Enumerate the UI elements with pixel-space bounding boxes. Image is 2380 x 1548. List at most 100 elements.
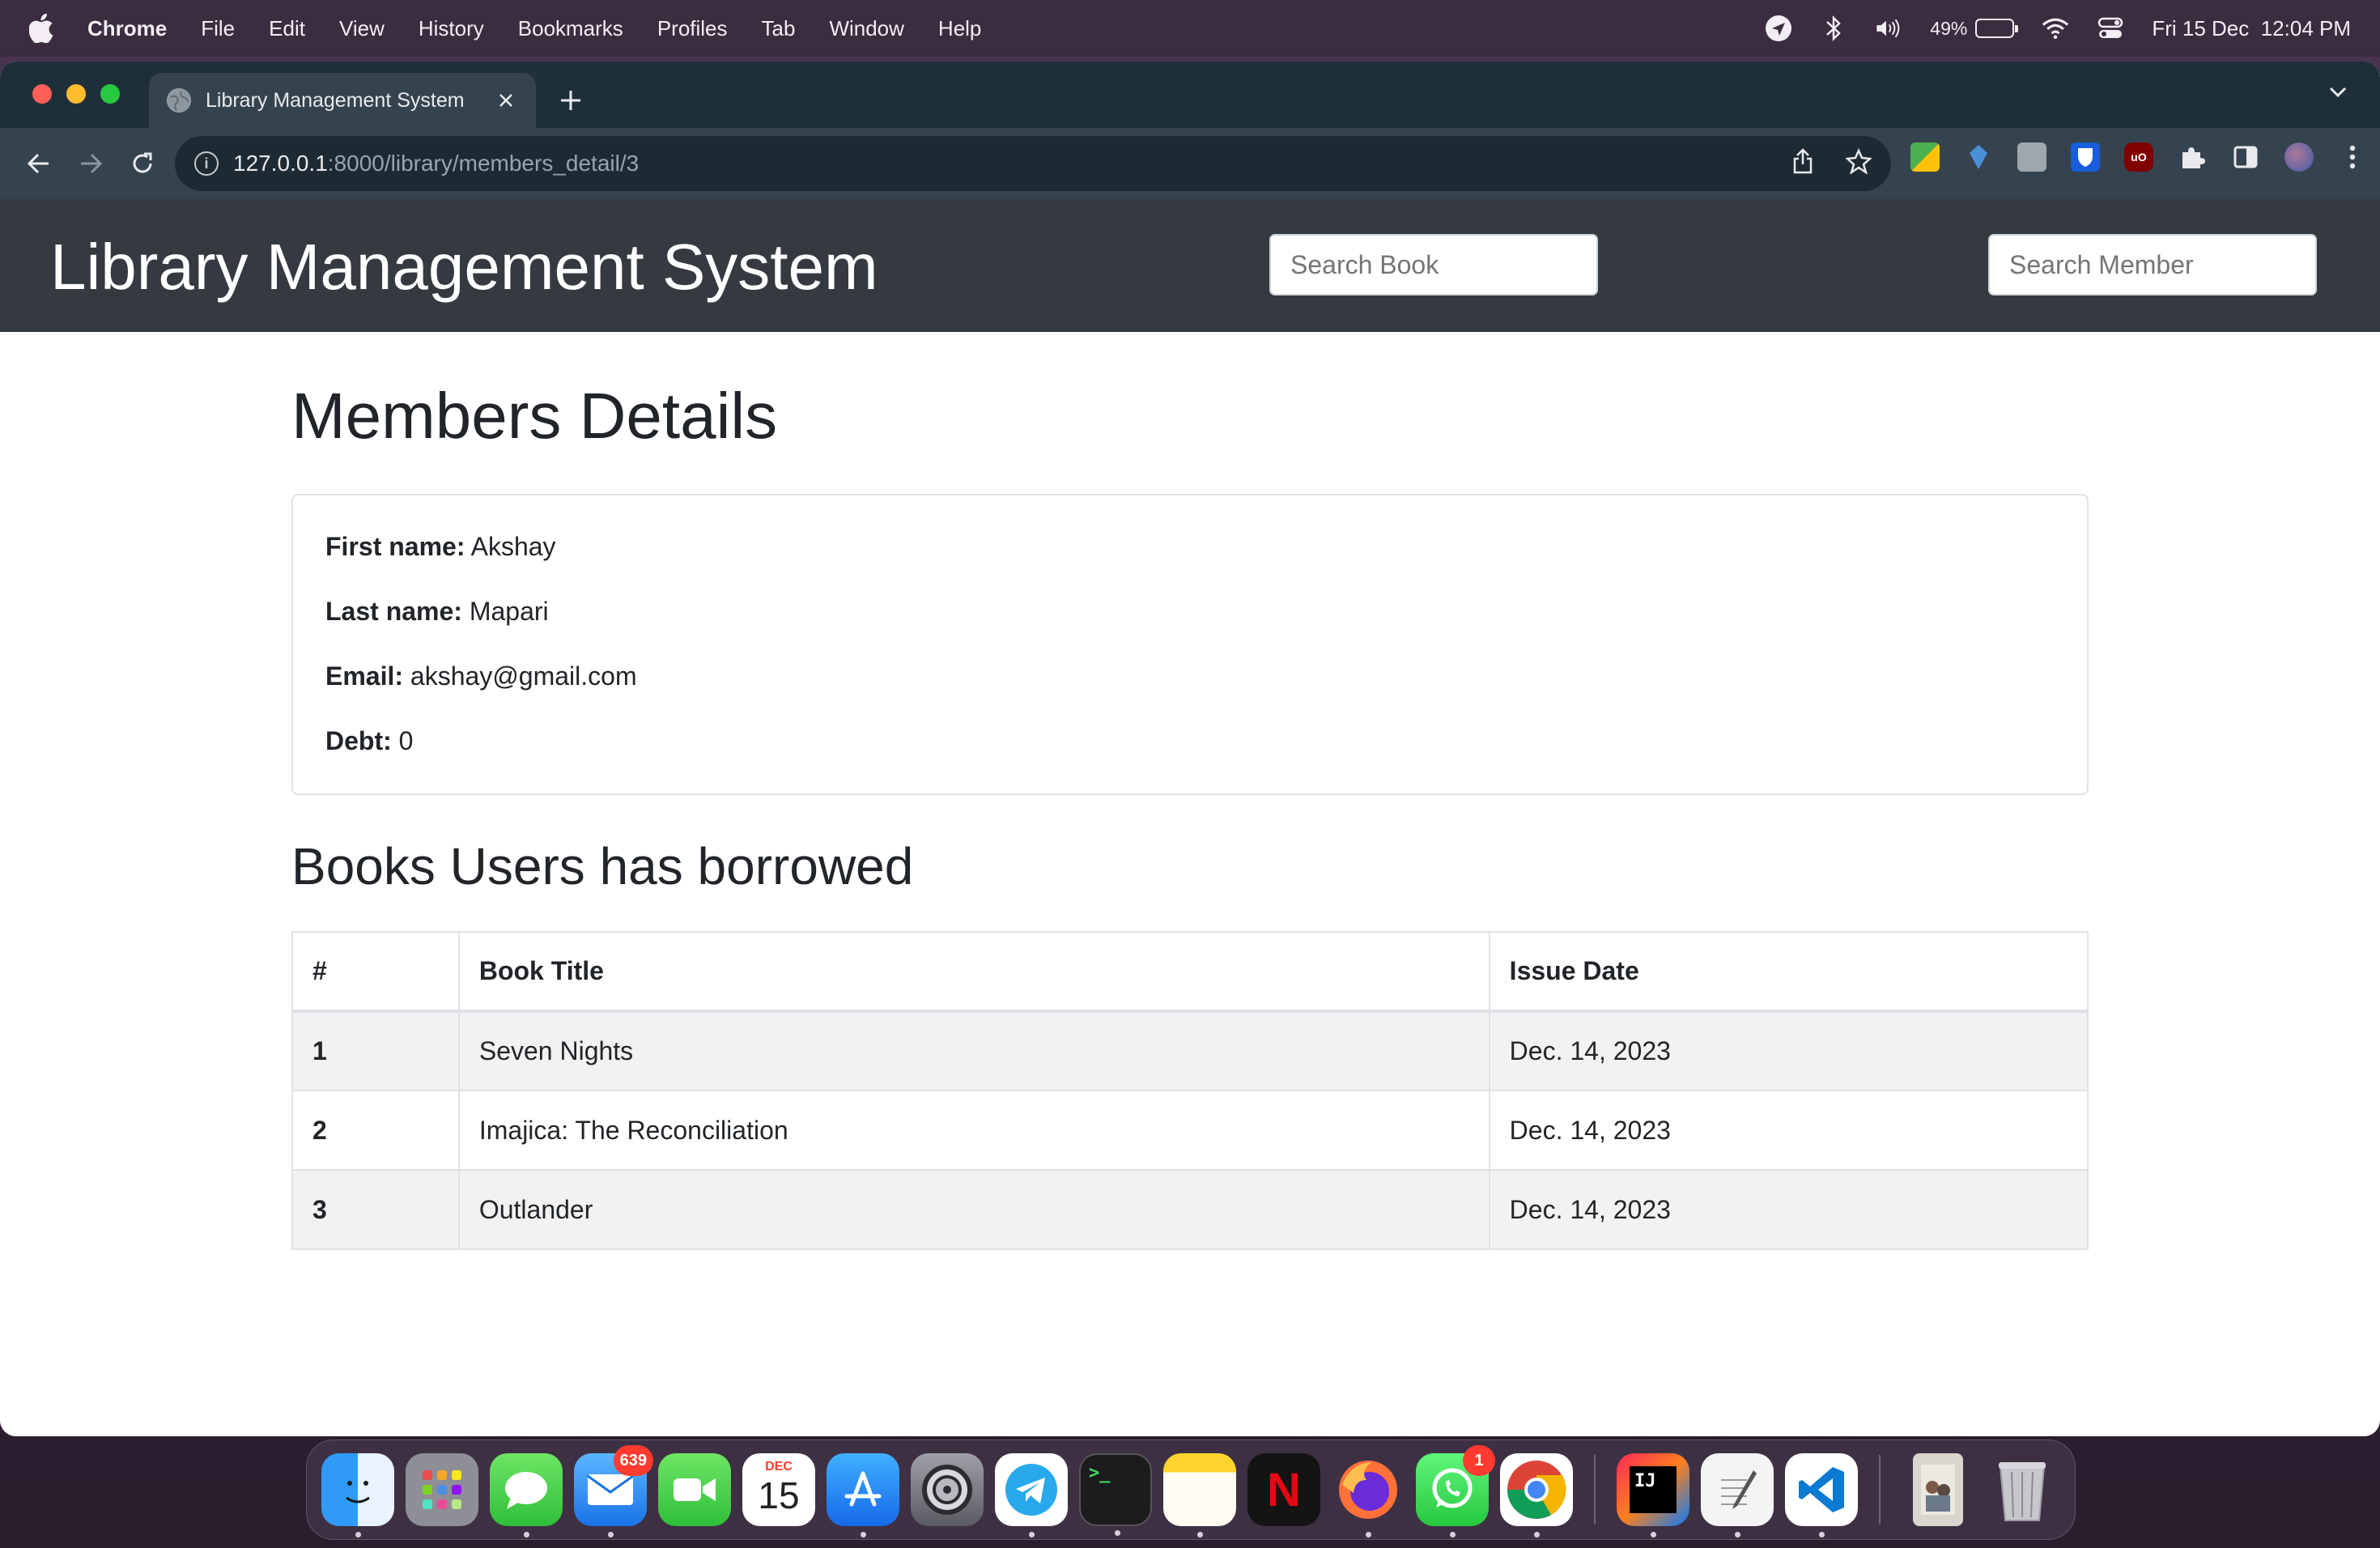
last-name-value: Mapari <box>469 597 549 626</box>
close-window-button[interactable] <box>32 84 52 104</box>
running-indicator <box>1651 1532 1656 1537</box>
chrome-menu-kebab-icon[interactable] <box>2338 142 2367 172</box>
search-book-input[interactable] <box>1269 234 1598 296</box>
site-title[interactable]: Library Management System <box>50 230 878 304</box>
site-info-icon[interactable]: i <box>194 151 219 176</box>
first-name-value: Akshay <box>470 532 556 561</box>
close-tab-icon[interactable] <box>494 88 518 113</box>
reload-icon[interactable] <box>120 141 165 186</box>
trash-icon[interactable] <box>1986 1453 2059 1526</box>
column-header-number: # <box>291 931 460 1012</box>
window-controls <box>32 84 120 104</box>
facetime-icon[interactable] <box>658 1453 731 1526</box>
forward-arrow-icon[interactable] <box>68 141 113 186</box>
mail-icon[interactable]: 639 <box>574 1445 653 1537</box>
app-store-icon[interactable] <box>827 1453 899 1537</box>
issue-date-cell: Dec. 14, 2023 <box>1488 1169 2089 1250</box>
whatsapp-icon[interactable]: 1 <box>1416 1445 1495 1537</box>
email-row: Email: akshay@gmail.com <box>325 661 2055 691</box>
finder-icon[interactable] <box>321 1453 394 1537</box>
messages-icon[interactable] <box>490 1453 563 1537</box>
minimize-window-button[interactable] <box>66 84 86 104</box>
tab-strip: Library Management System <box>0 62 2380 128</box>
tab-search-chevron-icon[interactable] <box>2328 86 2348 103</box>
menu-app-name[interactable]: Chrome <box>87 16 167 41</box>
menu-bookmarks[interactable]: Bookmarks <box>518 16 623 41</box>
battery-status[interactable]: 49% <box>1930 17 2019 40</box>
back-arrow-icon[interactable] <box>16 141 62 186</box>
launchpad-icon[interactable] <box>406 1453 478 1526</box>
battery-icon <box>1975 19 2019 38</box>
calendar-month: DEC <box>765 1460 793 1474</box>
extension-pin-icon[interactable] <box>1964 142 1993 172</box>
volume-icon[interactable] <box>1875 15 1902 42</box>
battery-percent: 49% <box>1930 17 1968 39</box>
profile-avatar[interactable] <box>2284 142 2314 172</box>
system-settings-icon[interactable] <box>911 1453 984 1526</box>
menu-tab[interactable]: Tab <box>762 16 796 41</box>
location-arrow-icon[interactable] <box>1765 15 1792 42</box>
control-center-icon[interactable] <box>2097 15 2124 42</box>
debt-row: Debt: 0 <box>325 725 2055 756</box>
bluetooth-icon[interactable] <box>1820 15 1847 42</box>
menu-file[interactable]: File <box>201 16 235 41</box>
share-icon[interactable] <box>1792 147 1813 180</box>
running-indicator <box>355 1532 361 1537</box>
calendar-icon[interactable]: DEC 15 <box>742 1453 815 1526</box>
browser-toolbar: i 127.0.0.1:8000/library/members_detail/… <box>0 128 2380 199</box>
bitwarden-shield-icon[interactable] <box>2071 142 2100 172</box>
menu-history[interactable]: History <box>419 16 484 41</box>
running-indicator <box>1115 1530 1120 1536</box>
maximize-window-button[interactable] <box>100 84 120 104</box>
email-value: akshay@gmail.com <box>410 661 637 691</box>
search-member-input[interactable] <box>1988 234 2317 296</box>
notes-icon[interactable] <box>1163 1453 1236 1537</box>
first-name-label: First name: <box>325 532 465 561</box>
netflix-icon[interactable]: N <box>1247 1453 1320 1526</box>
intellij-idea-icon[interactable]: IJ <box>1617 1453 1689 1537</box>
issue-date-cell: Dec. 14, 2023 <box>1488 1010 2089 1091</box>
mail-unread-badge: 639 <box>613 1445 653 1476</box>
downloads-stack-icon[interactable] <box>1913 1453 1963 1526</box>
telegram-icon[interactable] <box>995 1453 1068 1537</box>
clock-datetime[interactable]: Fri 15 Dec 12:04 PM <box>2152 16 2351 41</box>
vscode-icon[interactable] <box>1785 1453 1858 1537</box>
textedit-icon[interactable] <box>1701 1453 1774 1537</box>
borrowed-books-heading: Books Users has borrowed <box>291 837 914 895</box>
terminal-icon[interactable]: >_ <box>1079 1453 1152 1536</box>
page-title: Members Details <box>291 380 778 452</box>
table-header-row: # Book Title Issue Date <box>291 931 2089 1012</box>
debt-label: Debt: <box>325 726 392 755</box>
whatsapp-unread-badge: 1 <box>1463 1445 1495 1476</box>
extensions-puzzle-icon[interactable] <box>2178 142 2207 172</box>
macos-dock: 639 DEC 15 >_ N 1 IJ <box>306 1440 2076 1540</box>
extension-hand-icon[interactable] <box>2017 142 2046 172</box>
running-indicator <box>1534 1532 1540 1537</box>
google-chrome-icon[interactable] <box>1500 1453 1573 1537</box>
menu-window[interactable]: Window <box>829 16 903 41</box>
intellij-label: IJ <box>1630 1466 1677 1513</box>
side-panel-icon[interactable] <box>2231 142 2260 172</box>
url-path: :8000/library/members_detail/3 <box>327 151 640 176</box>
debt-value: 0 <box>398 726 414 755</box>
ublock-origin-icon[interactable]: uO <box>2124 142 2153 172</box>
borrowed-books-table: # Book Title Issue Date 1 Seven Nights D… <box>291 931 2089 1250</box>
wifi-icon[interactable] <box>2042 15 2069 42</box>
menu-profiles[interactable]: Profiles <box>657 16 728 41</box>
menu-edit[interactable]: Edit <box>269 16 305 41</box>
new-tab-button[interactable] <box>559 79 583 120</box>
book-title-cell: Seven Nights <box>457 1010 1490 1091</box>
address-bar[interactable]: i 127.0.0.1:8000/library/members_detail/… <box>175 136 1891 191</box>
menu-view[interactable]: View <box>339 16 385 41</box>
tab-library-management[interactable]: Library Management System <box>149 73 536 128</box>
bookmark-star-icon[interactable] <box>1845 147 1872 180</box>
row-number: 1 <box>291 1010 460 1091</box>
menu-help[interactable]: Help <box>938 16 981 41</box>
extension-color-grid-icon[interactable] <box>1910 142 1940 172</box>
dock-separator <box>1879 1455 1881 1525</box>
calendar-day: 15 <box>758 1474 800 1516</box>
apple-menu-icon[interactable] <box>29 12 57 45</box>
table-row: 1 Seven Nights Dec. 14, 2023 <box>291 1010 2089 1091</box>
firefox-icon[interactable] <box>1332 1453 1405 1537</box>
running-indicator <box>1197 1532 1203 1537</box>
